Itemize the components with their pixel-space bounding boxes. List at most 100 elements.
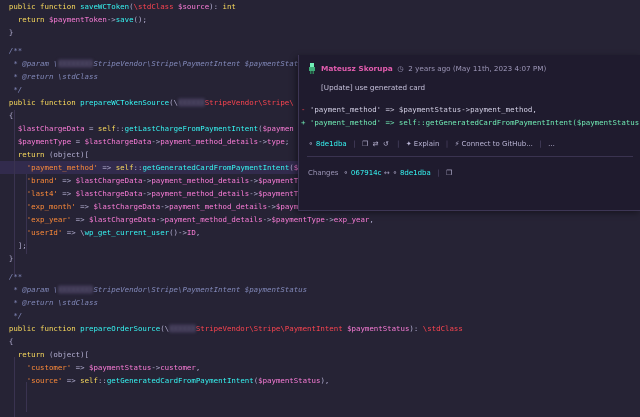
code-token: prepareOrderSource [80, 324, 161, 333]
code-token: => [57, 176, 76, 185]
open-changes-icon[interactable]: ❐ [446, 169, 454, 177]
code-line[interactable]: /** [0, 270, 640, 283]
code-token: payment_method_details [164, 215, 263, 224]
code-token: -> [324, 215, 334, 224]
code-token: -> [249, 176, 259, 185]
code-token: -> [106, 15, 116, 24]
code-line[interactable]: public function prepareOrderSource(\XXXX… [0, 322, 640, 335]
code-line[interactable]: ]; [0, 239, 640, 252]
commit-icon: ⚬ [340, 169, 349, 177]
code-line[interactable]: 'customer' => $paymentStatus->customer, [0, 361, 640, 374]
code-token: self [115, 163, 134, 172]
code-token: ): [409, 324, 423, 333]
code-token: StripeVendor\Stripe\PaymentIntent [195, 324, 348, 333]
code-token: $lastChargeData [75, 176, 143, 185]
compare-icon[interactable]: ⇄ [373, 140, 381, 148]
code-token: 'exp_year' [26, 215, 72, 224]
code-token: ()-> [169, 228, 187, 237]
code-token: 'source' [26, 376, 63, 385]
code-token: self [80, 376, 98, 385]
code-token: => [62, 376, 81, 385]
diff-added-text: + 'payment_method' => self::getGenerated… [301, 118, 640, 127]
code-token: , [195, 228, 201, 237]
commit-hash-link[interactable]: 8de1dba [316, 140, 347, 148]
separator: | [539, 139, 542, 148]
more-actions-button[interactable]: ... [548, 140, 555, 148]
code-token: => \ [62, 228, 85, 237]
code-line[interactable]: { [0, 335, 640, 348]
commit-author[interactable]: Mateusz Skorupa [321, 64, 393, 73]
code-token: payment_method_details [169, 202, 268, 211]
code-token: XXXXXX [178, 98, 205, 107]
code-token: XXXXXXXX [57, 285, 94, 294]
code-line[interactable]: 'userId' => \wp_get_current_user()->ID, [0, 226, 640, 239]
indent-guide [14, 357, 15, 417]
diff-removed-text: 'payment_method' => $paymentStatus->paym… [309, 105, 537, 114]
code-token: 'customer' [26, 363, 72, 372]
code-token: , [195, 363, 201, 372]
explain-link[interactable]: Explain [414, 140, 440, 148]
code-token: { [8, 337, 14, 346]
code-token: exp_year [333, 215, 370, 224]
code-line[interactable]: } [0, 252, 640, 265]
changes-to-hash[interactable]: 8de1dba [400, 169, 431, 177]
sparkle-icon: ✦ [405, 140, 412, 148]
code-line[interactable]: public function saveWCToken(\stdClass $s… [0, 0, 640, 13]
code-line[interactable]: } [0, 26, 640, 39]
code-token: ID [186, 228, 196, 237]
code-token: getLastChargeFromPaymentIntent [124, 124, 259, 133]
code-line[interactable]: 'source' => self::getGeneratedCardFromPa… [0, 374, 640, 387]
copy-icon[interactable]: ❐ [362, 140, 370, 148]
code-token: wp_get_current_user [84, 228, 170, 237]
code-token: * @param \ [13, 285, 58, 294]
code-token: => [71, 363, 90, 372]
commit-icon: ⚬ [392, 169, 398, 177]
code-token: payment_method_details [151, 176, 250, 185]
code-token: 'payment_method' [26, 163, 98, 172]
code-token: ), [320, 376, 330, 385]
connect-github-link[interactable]: Connect to GitHub... [462, 140, 533, 148]
code-token: $paymentType [271, 215, 325, 224]
code-token: $paymentToken [48, 15, 107, 24]
code-line[interactable]: return $paymentToken->save(); [0, 13, 640, 26]
code-token: => [57, 189, 76, 198]
code-token: -> [151, 137, 161, 146]
changes-from-hash[interactable]: 067914c [351, 169, 382, 177]
code-token: => [97, 163, 116, 172]
code-line[interactable]: return (object)[ [0, 348, 640, 361]
code-token: return [17, 150, 49, 159]
diff-removed-line: - 'payment_method' => $paymentStatus->pa… [301, 105, 640, 114]
code-token: => [71, 215, 90, 224]
code-token: 'exp_month' [26, 202, 76, 211]
code-token: save [115, 15, 134, 24]
code-token: XXXXXX [169, 324, 196, 333]
avatar-icon [309, 63, 315, 74]
code-token: */ [13, 85, 23, 94]
history-icon[interactable]: ↺ [383, 140, 391, 148]
code-token: ; [284, 137, 290, 146]
code-line[interactable]: * @return \stdClass [0, 296, 640, 309]
code-line[interactable]: * @param \XXXXXXXXStripeVendor\Stripe\Pa… [0, 283, 640, 296]
code-token: StripeVendor\Stripe\PaymentIntent $payme… [93, 59, 308, 68]
code-token: payment_method_details [151, 189, 250, 198]
code-line[interactable]: */ [0, 309, 640, 322]
code-token: :: [115, 124, 125, 133]
code-line[interactable]: 'exp_year' => $lastChargeData->payment_m… [0, 213, 640, 226]
code-token: /** [8, 46, 23, 55]
code-token: public function [8, 2, 81, 11]
code-token: -> [258, 137, 268, 146]
code-token: public function [8, 98, 81, 107]
code-token: /** [8, 272, 23, 281]
code-token: } [8, 28, 14, 37]
